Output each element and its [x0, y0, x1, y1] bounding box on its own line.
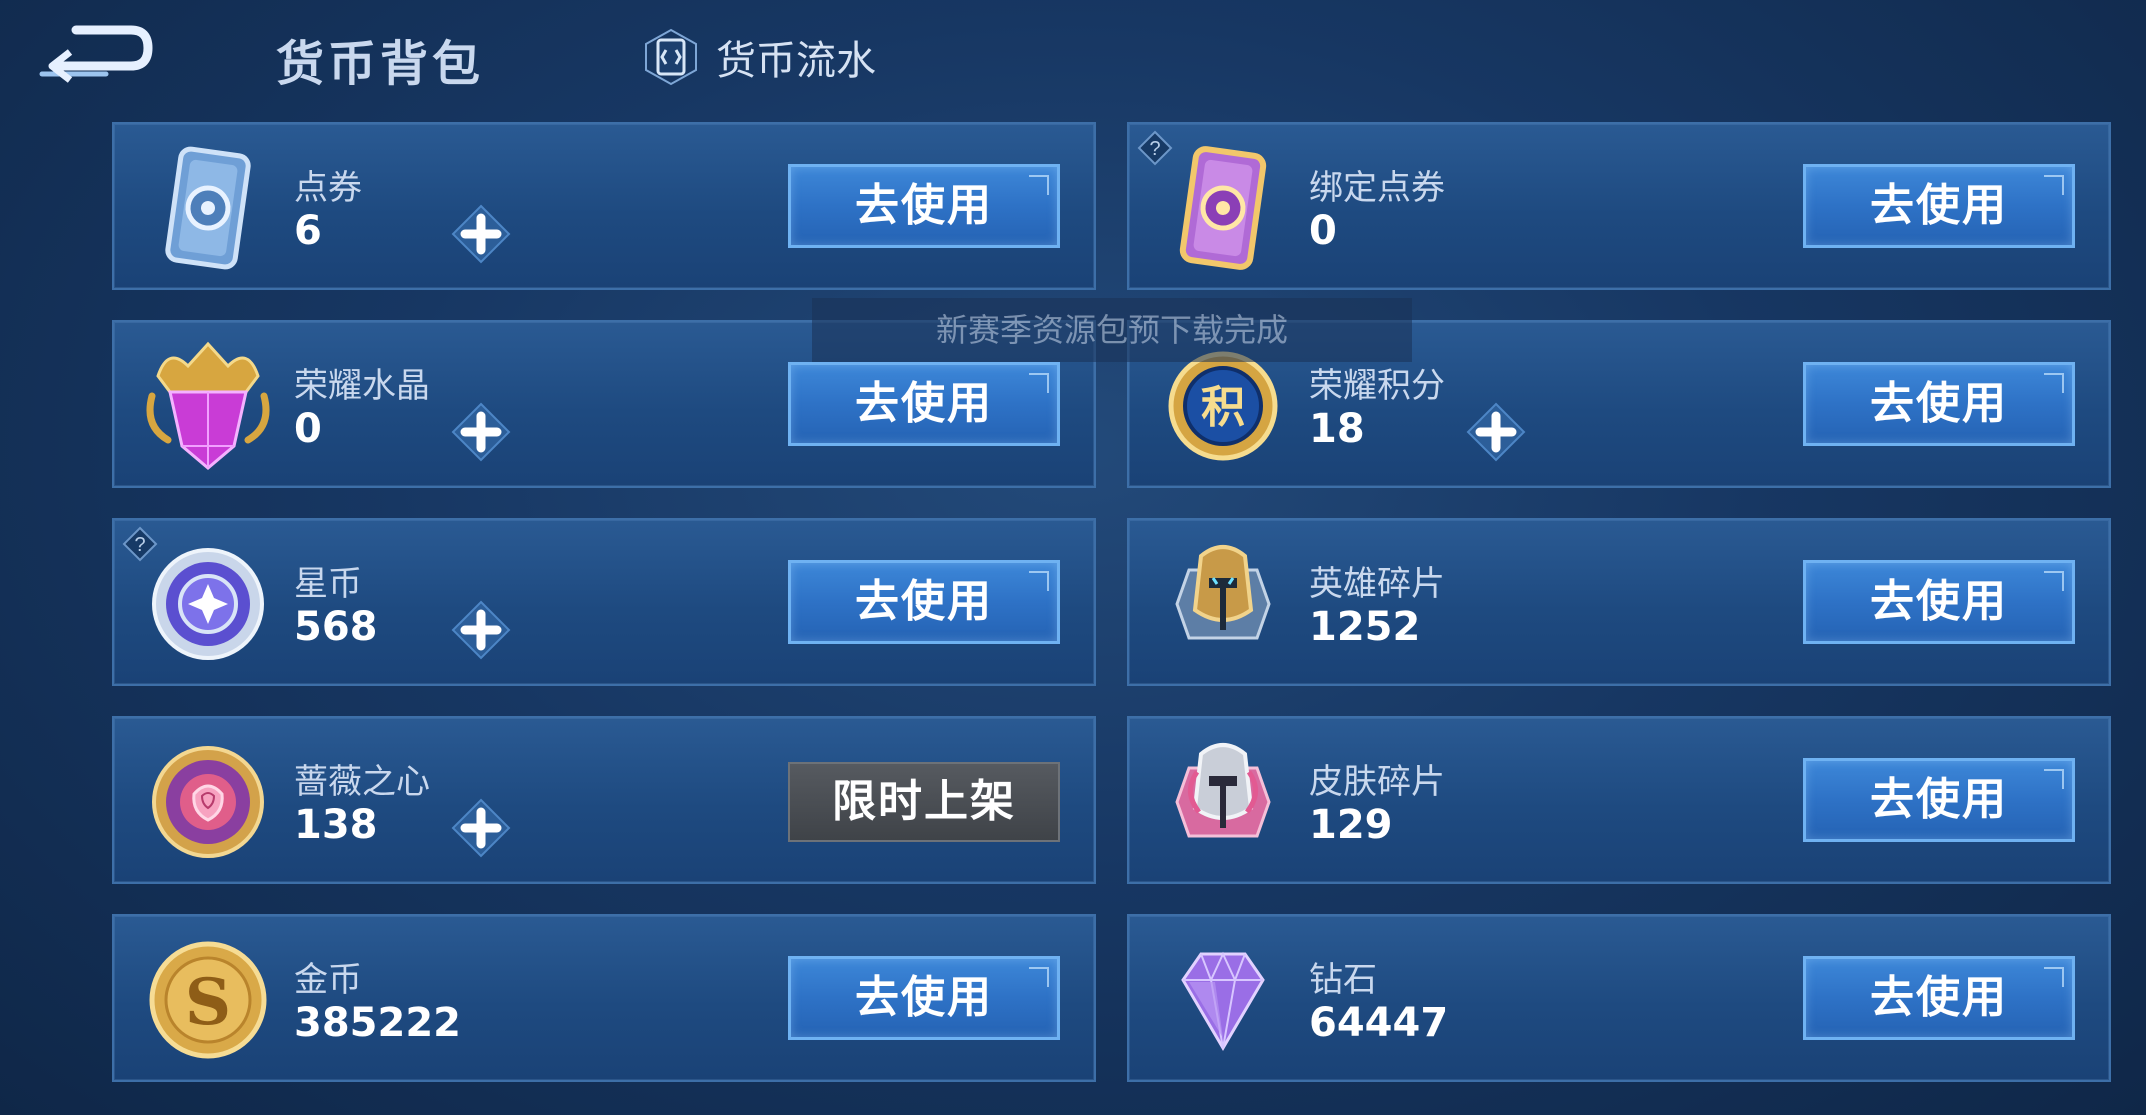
currency-name: 钻石	[1309, 960, 1377, 1000]
add-plus-icon[interactable]	[449, 202, 513, 266]
add-plus-icon[interactable]	[449, 598, 513, 662]
currency-flow-label: 货币流水	[716, 38, 876, 84]
use-button[interactable]: 去使用	[1803, 164, 2075, 248]
currency-card-diamond: 钻石 64447 去使用	[1127, 914, 2111, 1082]
coupon-icon	[165, 146, 251, 270]
top-bar: 货币背包 货币流水	[0, 0, 2146, 115]
currency-name: 皮肤碎片	[1309, 762, 1445, 802]
currency-card-bound-coupon: ? 绑定点券 0 去使用	[1127, 122, 2111, 290]
currency-name: 荣耀水晶	[294, 366, 430, 406]
currency-card-skin-fragment: 皮肤碎片 129 去使用	[1127, 716, 2111, 884]
diamond-icon	[1181, 951, 1265, 1051]
currency-amount: 0	[1309, 208, 1337, 254]
bound-coupon-icon	[1179, 146, 1267, 270]
hero-fragment-icon	[1175, 545, 1271, 640]
ledger-icon	[645, 28, 697, 86]
back-button[interactable]	[36, 22, 156, 86]
star-coin-icon	[152, 548, 264, 660]
currency-amount: 64447	[1309, 1000, 1449, 1046]
currency-amount: 129	[1309, 802, 1393, 848]
limited-time-button[interactable]: 限时上架	[788, 762, 1060, 842]
use-button[interactable]: 去使用	[1803, 758, 2075, 842]
gold-coin-icon: S	[149, 941, 267, 1059]
currency-name: 荣耀积分	[1309, 366, 1445, 406]
use-button[interactable]: 去使用	[788, 362, 1060, 446]
currency-name: 星币	[294, 564, 362, 604]
currency-flow-link[interactable]: 货币流水	[640, 26, 876, 88]
glory-crystal-icon	[146, 341, 270, 470]
currency-card-star-coin: ? 星币 568 去使用	[112, 518, 1096, 686]
svg-text:S: S	[185, 965, 231, 1040]
currency-name: 蔷薇之心	[294, 762, 430, 802]
rose-heart-icon	[152, 746, 264, 858]
use-button[interactable]: 去使用	[788, 164, 1060, 248]
currency-amount: 1252	[1309, 604, 1421, 650]
use-button[interactable]: 去使用	[1803, 956, 2075, 1040]
currency-card-hero-fragment: 英雄碎片 1252 去使用	[1127, 518, 2111, 686]
currency-amount: 138	[294, 802, 378, 848]
currency-amount: 385222	[294, 1000, 461, 1046]
currency-amount: 0	[294, 406, 322, 452]
currency-card-rose-heart: 蔷薇之心 138 限时上架	[112, 716, 1096, 884]
skin-fragment-icon	[1175, 743, 1271, 838]
currency-amount: 568	[294, 604, 378, 650]
currency-amount: 6	[294, 208, 322, 254]
use-button[interactable]: 去使用	[788, 560, 1060, 644]
add-plus-icon[interactable]	[449, 400, 513, 464]
currency-card-gold-coin: S 金币 385222 去使用	[112, 914, 1096, 1082]
svg-text:积: 积	[1201, 382, 1245, 433]
currency-name: 金币	[294, 960, 362, 1000]
add-plus-icon[interactable]	[1464, 400, 1528, 464]
use-button[interactable]: 去使用	[788, 956, 1060, 1040]
currency-name: 绑定点券	[1309, 168, 1445, 208]
back-arrow-icon	[39, 25, 153, 83]
currency-card-coupon: 点券 6 去使用	[112, 122, 1096, 290]
currency-name: 点券	[294, 168, 362, 208]
currency-name: 英雄碎片	[1309, 564, 1445, 604]
use-button[interactable]: 去使用	[1803, 560, 2075, 644]
download-complete-toast: 新赛季资源包预下载完成	[812, 298, 1412, 362]
use-button[interactable]: 去使用	[1803, 362, 2075, 446]
currency-amount: 18	[1309, 406, 1365, 452]
page-title: 货币背包	[276, 36, 485, 92]
add-plus-icon[interactable]	[449, 796, 513, 860]
